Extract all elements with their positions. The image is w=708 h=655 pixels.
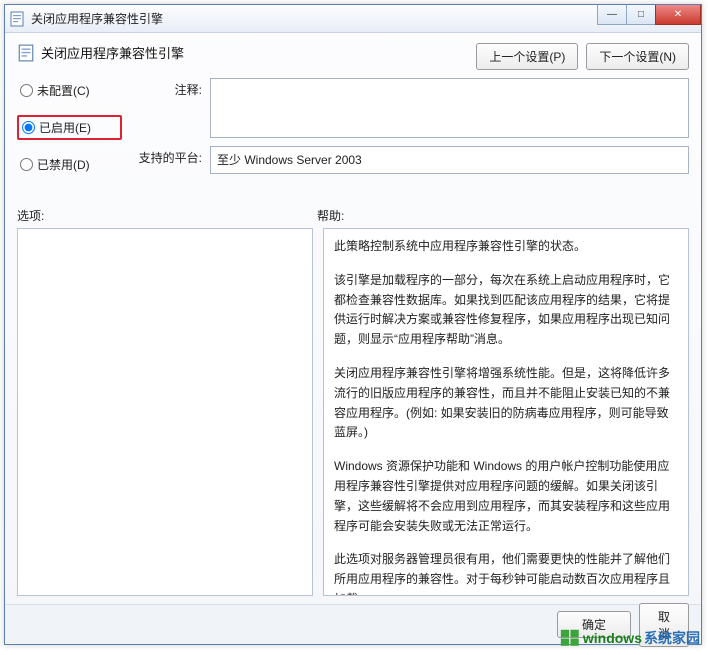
close-button[interactable]: ✕ bbox=[655, 5, 701, 25]
next-setting-button[interactable]: 下一个设置(N) bbox=[586, 43, 689, 70]
minimize-button[interactable]: ― bbox=[597, 5, 627, 25]
help-paragraph: 该引擎是加载程序的一部分，每次在系统上启动应用程序时，它都检查兼容性数据库。如果… bbox=[334, 271, 678, 350]
radio-enabled-label: 已启用(E) bbox=[39, 119, 91, 136]
fields-column: 注释: 支持的平台: 至少 Windows Server 2003 bbox=[132, 78, 689, 189]
titlebar: 关闭应用程序兼容性引擎 ― □ ✕ bbox=[5, 5, 701, 33]
window-controls: ― □ ✕ bbox=[598, 5, 701, 25]
help-paragraph: 关闭应用程序兼容性引擎将增强系统性能。但是，这将降低许多流行的旧版应用程序的兼容… bbox=[334, 364, 678, 443]
radio-not-configured[interactable]: 未配置(C) bbox=[17, 80, 122, 101]
help-paragraph: 此选项对服务器管理员很有用，他们需要更快的性能并了解他们所用应用程序的兼容性。对… bbox=[334, 550, 678, 596]
radio-enabled[interactable]: 已启用(E) bbox=[17, 115, 122, 140]
help-panel[interactable]: 此策略控制系统中应用程序兼容性引擎的状态。该引擎是加载程序的一部分，每次在系统上… bbox=[323, 228, 689, 596]
radio-not-configured-input[interactable] bbox=[20, 84, 33, 97]
previous-setting-button[interactable]: 上一个设置(P) bbox=[476, 43, 578, 70]
cancel-button[interactable]: 取消 bbox=[639, 603, 689, 647]
app-icon bbox=[9, 11, 25, 27]
policy-dialog: 关闭应用程序兼容性引擎 ― □ ✕ 关闭应用程序兼容性引擎 上一个设置(P) 下… bbox=[4, 4, 702, 645]
window-title: 关闭应用程序兼容性引擎 bbox=[31, 10, 163, 27]
comment-label: 注释: bbox=[132, 78, 202, 98]
help-label: 帮助: bbox=[317, 207, 344, 224]
help-paragraph: Windows 资源保护功能和 Windows 的用户帐户控制功能使用应用程序兼… bbox=[334, 457, 678, 536]
help-paragraph: 此策略控制系统中应用程序兼容性引擎的状态。 bbox=[334, 237, 678, 257]
panels-row: 此策略控制系统中应用程序兼容性引擎的状态。该引擎是加载程序的一部分，每次在系统上… bbox=[17, 228, 689, 596]
maximize-button[interactable]: □ bbox=[626, 5, 656, 25]
content-area: 关闭应用程序兼容性引擎 上一个设置(P) 下一个设置(N) 未配置(C) 已启用… bbox=[5, 33, 701, 604]
upper-config: 未配置(C) 已启用(E) 已禁用(D) 注释: 支持的平台: bbox=[17, 78, 689, 189]
platform-label: 支持的平台: bbox=[132, 146, 202, 166]
radio-disabled[interactable]: 已禁用(D) bbox=[17, 154, 122, 175]
radio-not-configured-label: 未配置(C) bbox=[37, 82, 90, 99]
policy-title: 关闭应用程序兼容性引擎 bbox=[41, 43, 184, 62]
header-row: 关闭应用程序兼容性引擎 上一个设置(P) 下一个设置(N) bbox=[17, 43, 689, 70]
section-labels: 选项: 帮助: bbox=[17, 207, 689, 224]
radio-enabled-input[interactable] bbox=[22, 121, 35, 134]
dialog-footer: 确定 取消 bbox=[5, 604, 701, 644]
radio-disabled-input[interactable] bbox=[20, 158, 33, 171]
options-label: 选项: bbox=[17, 207, 317, 224]
policy-icon bbox=[17, 44, 35, 62]
radio-disabled-label: 已禁用(D) bbox=[37, 156, 90, 173]
comment-input[interactable] bbox=[210, 78, 689, 138]
options-panel[interactable] bbox=[17, 228, 313, 596]
state-radio-group: 未配置(C) 已启用(E) 已禁用(D) bbox=[17, 78, 122, 189]
platform-value: 至少 Windows Server 2003 bbox=[210, 146, 689, 174]
ok-button[interactable]: 确定 bbox=[557, 611, 631, 638]
